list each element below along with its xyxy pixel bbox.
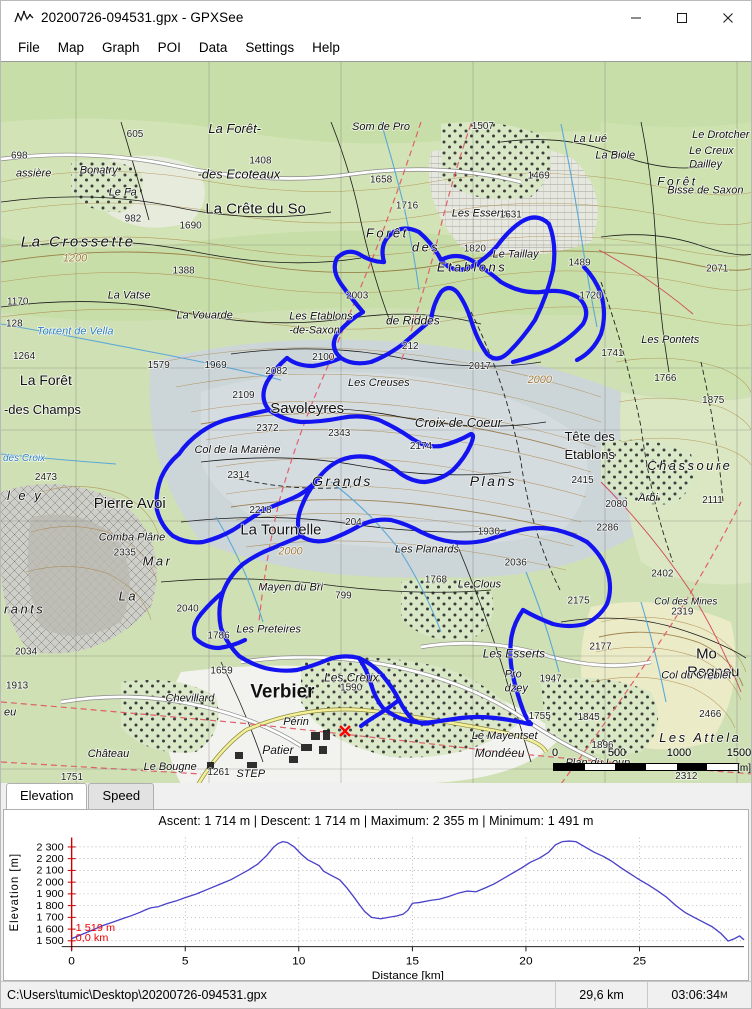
map-canvas[interactable] — [1, 62, 751, 783]
chart-ytick-label: 1 500 — [36, 935, 63, 947]
chart-ytick-label: 2 300 — [36, 842, 63, 854]
elevation-chart[interactable]: 1 500 1 600 1 700 1 800 1 900 2 000 2 100 2 200… — [4, 832, 748, 980]
chart-ylabel: Elevation [m] — [9, 853, 21, 932]
chart-ytick-label: 2 000 — [36, 877, 63, 889]
menu-file[interactable]: File — [9, 37, 49, 59]
tab-speed[interactable]: Speed — [88, 783, 155, 809]
chart-ytick-label: 1 600 — [36, 924, 63, 936]
chart-xtick-label: 5 — [182, 956, 189, 968]
chart-xlabel: Distance [km] — [372, 970, 444, 980]
chart-xtick-label: 20 — [519, 956, 532, 968]
status-bar: C:\Users\tumic\Desktop\20200726-094531.g… — [1, 981, 751, 1009]
chart-ytick-label: 1 800 — [36, 900, 63, 912]
chart-ytick-label: 1 700 — [36, 912, 63, 924]
menu-settings[interactable]: Settings — [236, 37, 303, 59]
elevation-chart-svg: 1 5001 6001 7001 8001 9002 0002 1002 200… — [9, 837, 745, 980]
minimize-button[interactable] — [613, 1, 659, 35]
chart-xtick-label: 0 — [68, 956, 75, 968]
graph-tabbar: Elevation Speed — [1, 783, 751, 810]
chart-ytick-label: 2 100 — [36, 865, 63, 877]
graph-body[interactable]: Ascent: 1 714 m | Descent: 1 714 m | Max… — [3, 809, 749, 981]
menu-bar: File Map Graph POI Data Settings Help — [1, 35, 751, 61]
chart-xtick-label: 10 — [292, 956, 305, 968]
chart-ytick-label: 1 900 — [36, 889, 63, 901]
window-controls — [613, 1, 751, 35]
status-file-path: C:\Users\tumic\Desktop\20200726-094531.g… — [7, 988, 267, 1002]
gpxsee-window: 20200726-094531.gpx - GPXSee File Map Gr… — [0, 0, 752, 1009]
window-title: 20200726-094531.gpx - GPXSee — [41, 10, 244, 25]
close-button[interactable] — [705, 1, 751, 35]
chart-xtick-label: 25 — [633, 956, 646, 968]
menu-data[interactable]: Data — [190, 37, 237, 59]
graph-stats: Ascent: 1 714 m | Descent: 1 714 m | Max… — [158, 814, 594, 828]
cursor-distance-label: 0,0 km — [76, 932, 109, 944]
elevation-series-line — [71, 840, 745, 942]
menu-poi[interactable]: POI — [149, 37, 190, 59]
chart-xtick-label: 15 — [406, 956, 419, 968]
chart-line-icon — [9, 9, 39, 26]
menu-map[interactable]: Map — [49, 37, 93, 59]
chart-ytick-label: 2 200 — [36, 853, 63, 865]
menu-help[interactable]: Help — [303, 37, 349, 59]
menu-graph[interactable]: Graph — [93, 37, 149, 59]
status-time: 03:06:34 M — [647, 981, 751, 1009]
map-view[interactable]: 605 Som de Pro 1507 La Lué Le Drotcher La For… — [1, 61, 751, 783]
status-distance: 29,6 km — [555, 981, 647, 1009]
title-bar: 20200726-094531.gpx - GPXSee — [1, 1, 751, 35]
status-time-value: 03:06:34 — [671, 988, 721, 1002]
graph-panel: Elevation Speed Ascent: 1 714 m | Descen… — [1, 783, 751, 981]
maximize-button[interactable] — [659, 1, 705, 35]
status-time-suffix: M — [720, 990, 728, 1000]
map-render — [1, 62, 751, 783]
tab-elevation[interactable]: Elevation — [6, 783, 88, 810]
